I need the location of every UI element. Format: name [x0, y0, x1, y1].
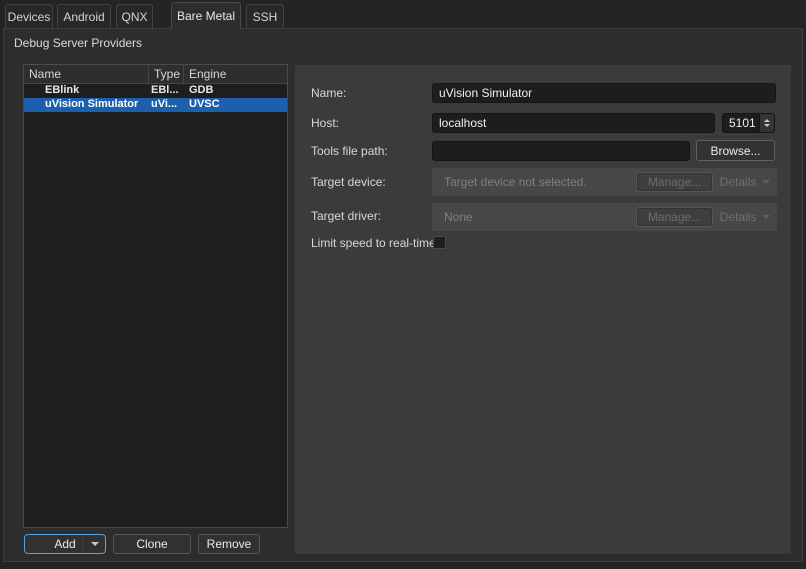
target-driver-value: None: [444, 210, 473, 224]
tab-ssh-label: SSH: [252, 9, 278, 24]
tab-ssh[interactable]: SSH: [246, 4, 284, 28]
provider-details-panel: Name: Host: 5101 Tools file path: Browse…: [295, 65, 791, 554]
spin-buttons[interactable]: [759, 114, 774, 132]
browse-button[interactable]: Browse...: [696, 140, 775, 161]
button-separator: [82, 538, 83, 550]
clone-button-label: Clone: [136, 537, 168, 551]
column-header-name[interactable]: Name: [24, 65, 149, 83]
device-details-label: Details: [719, 175, 757, 189]
chevron-down-icon: [91, 542, 99, 546]
host-label: Host:: [311, 116, 340, 130]
tools-file-path-input[interactable]: [432, 141, 690, 161]
manage-device-button[interactable]: Manage...: [636, 172, 713, 192]
name-label: Name:: [311, 86, 347, 100]
driver-details-label: Details: [719, 210, 757, 224]
target-driver-label: Target driver:: [311, 209, 382, 223]
name-input[interactable]: [432, 83, 776, 103]
clone-button[interactable]: Clone: [113, 534, 191, 554]
target-device-label: Target device:: [311, 175, 386, 189]
device-details-dropdown[interactable]: Details: [713, 175, 777, 189]
target-device-row: Target device not selected. Manage... De…: [432, 168, 777, 196]
tab-devices-label: Devices: [7, 9, 51, 24]
column-header-type[interactable]: Type: [149, 65, 184, 83]
browse-button-label: Browse...: [710, 143, 761, 158]
remove-button-label: Remove: [206, 537, 252, 551]
tab-qnx-label: QNX: [121, 9, 148, 24]
add-button-label: Add: [54, 537, 76, 551]
port-value: 5101: [729, 116, 756, 130]
host-input[interactable]: [432, 113, 715, 133]
tab-devices[interactable]: Devices: [5, 4, 53, 28]
tab-android[interactable]: Android: [57, 4, 111, 28]
spin-up-icon[interactable]: [764, 119, 770, 122]
limit-speed-label: Limit speed to real-time:: [311, 236, 440, 250]
chevron-down-icon: [762, 215, 771, 219]
column-header-engine[interactable]: Engine: [184, 65, 287, 83]
target-driver-row: None Manage... Details: [432, 203, 777, 231]
bare-metal-pane: Debug Server Providers Name Type Engine …: [3, 28, 803, 562]
table-header: Name Type Engine: [24, 65, 287, 84]
cell-type: uVi...: [151, 98, 178, 110]
tools-file-path-label: Tools file path:: [311, 144, 388, 158]
spin-down-icon[interactable]: [764, 124, 770, 127]
bare-metal-options-window: Devices Android QNX Bare Metal SSH Debug…: [0, 0, 806, 569]
manage-driver-button[interactable]: Manage...: [636, 207, 713, 227]
section-title: Debug Server Providers: [14, 36, 143, 50]
target-device-placeholder: Target device not selected.: [444, 175, 587, 189]
providers-table: Name Type Engine EBlink EBl... GDB uVisi…: [23, 64, 288, 528]
cell-engine: UVSC: [189, 98, 220, 110]
cell-type: EBl...: [151, 84, 179, 96]
port-spinbox[interactable]: 5101: [722, 113, 775, 133]
add-button[interactable]: Add: [24, 534, 106, 554]
tab-qnx[interactable]: QNX: [116, 4, 153, 28]
tab-android-label: Android: [63, 9, 105, 24]
driver-details-dropdown[interactable]: Details: [713, 210, 777, 224]
tab-bare-metal[interactable]: Bare Metal: [171, 2, 241, 29]
manage-driver-button-label: Manage...: [647, 210, 702, 224]
tab-bare-metal-label: Bare Metal: [176, 9, 236, 23]
table-row-uvision-simulator[interactable]: uVision Simulator uVi... UVSC: [24, 98, 287, 112]
remove-button[interactable]: Remove: [198, 534, 260, 554]
limit-speed-checkbox[interactable]: [433, 236, 446, 249]
table-row-eblink[interactable]: EBlink EBl... GDB: [24, 84, 287, 98]
manage-device-button-label: Manage...: [647, 175, 702, 189]
cell-name: uVision Simulator: [45, 98, 139, 110]
cell-name: EBlink: [45, 84, 80, 96]
cell-engine: GDB: [189, 84, 214, 96]
chevron-down-icon: [762, 180, 771, 184]
